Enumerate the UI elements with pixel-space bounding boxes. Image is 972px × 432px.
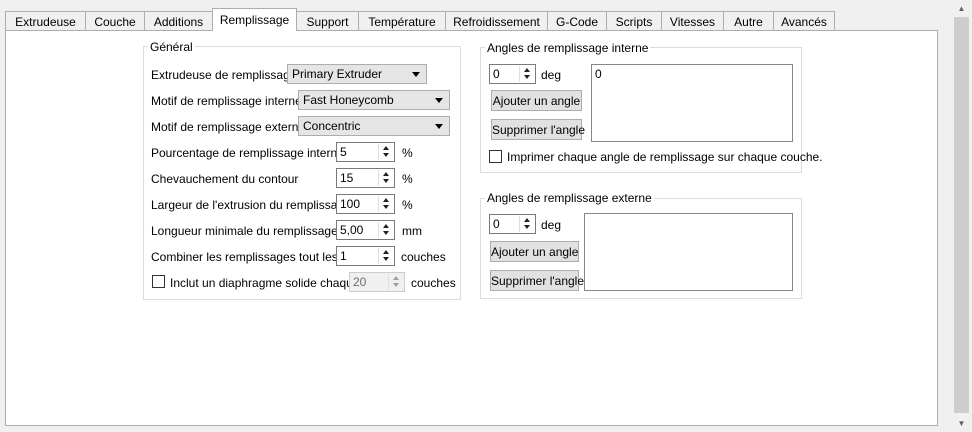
- tab-autre[interactable]: Autre: [723, 11, 773, 31]
- outline-overlap-label: Chevauchement du contour: [151, 172, 299, 186]
- diaphragm-unit: couches: [411, 276, 456, 290]
- interior-pct-spinbox[interactable]: 5: [336, 142, 395, 162]
- tab-refroidissement[interactable]: Refroidissement: [445, 11, 547, 31]
- tab-extrudeuse[interactable]: Extrudeuse: [5, 11, 85, 31]
- interior-pct-unit: %: [402, 146, 413, 160]
- chevron-down-icon: [435, 98, 443, 103]
- interior-angle-unit: deg: [541, 68, 562, 82]
- extrusion-width-value: 100: [340, 197, 361, 211]
- tab-support[interactable]: Support: [297, 11, 358, 31]
- spin-arrows-icon[interactable]: [378, 170, 393, 186]
- min-length-unit: mm: [402, 224, 422, 238]
- tab-gcode[interactable]: G-Code: [547, 11, 606, 31]
- tab-temperature[interactable]: Température: [358, 11, 445, 31]
- tab-scripts[interactable]: Scripts: [606, 11, 661, 31]
- min-length-label: Longueur minimale du remplissage: [151, 224, 338, 238]
- spin-arrows-icon[interactable]: [519, 216, 534, 232]
- interior-remove-angle-button[interactable]: Supprimer l'angle: [491, 119, 585, 140]
- spin-arrows-icon[interactable]: [388, 274, 403, 290]
- exterior-angles-title: Angles de remplissage externe: [485, 191, 654, 205]
- diaphragm-spinbox[interactable]: 20: [349, 272, 405, 292]
- chevron-down-icon: [435, 124, 443, 129]
- print-every-angle-checkbox[interactable]: [489, 150, 502, 163]
- combine-label: Combiner les remplissages tout les: [151, 250, 338, 264]
- spin-arrows-icon[interactable]: [378, 144, 393, 160]
- exterior-angle-unit: deg: [541, 218, 562, 232]
- tab-couche[interactable]: Couche: [85, 11, 144, 31]
- combine-unit: couches: [401, 250, 446, 264]
- tab-vitesses[interactable]: Vitesses: [661, 11, 723, 31]
- infill-extruder-select[interactable]: Primary Extruder: [287, 64, 427, 84]
- exterior-angle-value: 0: [493, 217, 500, 231]
- tab-avances[interactable]: Avancés: [773, 11, 835, 31]
- infill-extruder-label: Extrudeuse de remplissage: [151, 68, 297, 82]
- extrusion-width-spinbox[interactable]: 100: [336, 194, 395, 214]
- diaphragm-label: Inclut un diaphragme solide chaque: [170, 276, 360, 290]
- tab-remplissage[interactable]: Remplissage: [212, 8, 297, 31]
- exterior-angle-spinbox[interactable]: 0: [489, 214, 536, 234]
- exterior-pattern-label: Motif de remplissage externe: [151, 120, 306, 134]
- outline-overlap-unit: %: [402, 172, 413, 186]
- combine-value: 1: [340, 249, 347, 263]
- interior-angle-value: 0: [493, 67, 500, 81]
- print-every-angle-label: Imprimer chaque angle de remplissage sur…: [507, 150, 823, 164]
- interior-pct-value: 5: [340, 145, 347, 159]
- min-length-spinbox[interactable]: 5,00: [336, 220, 395, 240]
- exterior-pattern-select[interactable]: Concentric: [298, 116, 450, 136]
- outline-overlap-spinbox[interactable]: 15: [336, 168, 395, 188]
- general-group-title: Général: [148, 40, 195, 54]
- spin-arrows-icon[interactable]: [378, 248, 393, 264]
- exterior-remove-angle-button[interactable]: Supprimer l'angle: [490, 270, 584, 291]
- min-length-value: 5,00: [340, 223, 364, 237]
- interior-angles-title: Angles de remplissage interne: [485, 41, 651, 55]
- diaphragm-checkbox[interactable]: [152, 275, 165, 288]
- interior-angles-list[interactable]: 0: [591, 64, 793, 142]
- exterior-angles-list[interactable]: [584, 213, 793, 291]
- exterior-pattern-value: Concentric: [303, 119, 361, 133]
- vertical-scrollbar[interactable]: ▲ ▼: [953, 0, 970, 432]
- tab-bar: Extrudeuse Couche Additions Remplissage …: [5, 8, 835, 31]
- scroll-down-icon[interactable]: ▼: [953, 415, 970, 432]
- interior-pct-label: Pourcentage de remplissage interne: [151, 146, 344, 160]
- spin-arrows-icon[interactable]: [378, 196, 393, 212]
- spin-arrows-icon[interactable]: [519, 66, 534, 82]
- exterior-add-angle-button[interactable]: Ajouter un angle: [490, 241, 579, 262]
- infill-extruder-value: Primary Extruder: [292, 67, 383, 81]
- list-item[interactable]: 0: [595, 67, 789, 81]
- tab-additions[interactable]: Additions: [144, 11, 212, 31]
- interior-angle-spinbox[interactable]: 0: [489, 64, 536, 84]
- diaphragm-value: 20: [353, 275, 367, 289]
- combine-spinbox[interactable]: 1: [336, 246, 395, 266]
- interior-pattern-value: Fast Honeycomb: [303, 93, 394, 107]
- tab-content-remplissage: Général Extrudeuse de remplissage Primar…: [5, 30, 938, 426]
- interior-pattern-select[interactable]: Fast Honeycomb: [298, 90, 450, 110]
- spin-arrows-icon[interactable]: [378, 222, 393, 238]
- scrollbar-thumb[interactable]: [954, 17, 969, 413]
- interior-add-angle-button[interactable]: Ajouter un angle: [491, 90, 582, 111]
- extrusion-width-unit: %: [402, 198, 413, 212]
- scroll-up-icon[interactable]: ▲: [953, 0, 970, 17]
- outline-overlap-value: 15: [340, 171, 354, 185]
- chevron-down-icon: [412, 72, 420, 77]
- interior-pattern-label: Motif de remplissage interne: [151, 94, 302, 108]
- extrusion-width-label: Largeur de l'extrusion du remplissage: [151, 198, 351, 212]
